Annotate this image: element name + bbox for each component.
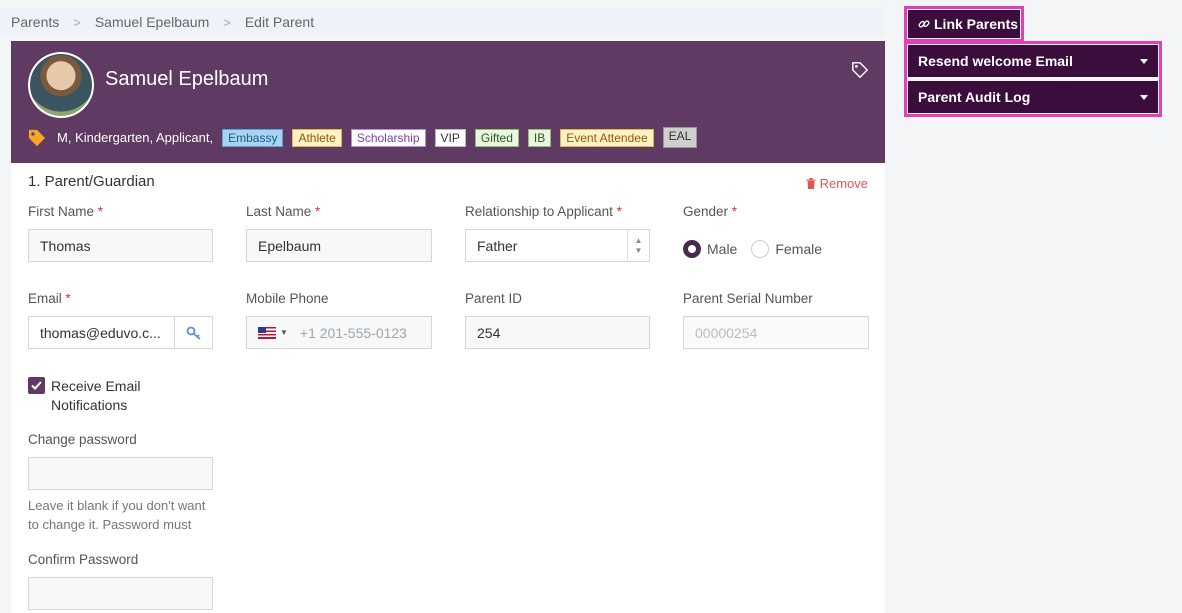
key-icon [186,326,201,340]
change-password-label: Change password [28,432,137,447]
tag-badge: Athlete [292,128,342,147]
last-name-input[interactable]: Epelbaum [246,229,432,262]
serial-number-label: Parent Serial Number [683,291,813,306]
relationship-label: Relationship to Applicant * [465,204,622,219]
first-name-input[interactable]: Thomas [28,229,213,262]
breadcrumb-parents[interactable]: Parents [11,14,59,30]
caret-down-icon: ▼ [280,328,288,337]
tag-badge: Scholarship [350,128,426,147]
trash-icon [806,178,816,189]
serial-number-input: 00000254 [683,316,869,349]
resend-welcome-email-button[interactable]: Resend welcome Email [908,45,1158,77]
country-selector[interactable]: ▼ [258,326,288,339]
mobile-phone-input[interactable]: ▼ +1 201-555-0123 [246,316,432,349]
radio-unchecked-icon [751,240,770,258]
remove-label: Remove [819,176,868,191]
gender-female-radio[interactable]: Female [751,240,822,258]
breadcrumb-current: Edit Parent [244,14,315,30]
student-header: Samuel Epelbaum M, Kindergarten, Applica… [11,41,885,163]
parent-audit-log-button[interactable]: Parent Audit Log [908,81,1158,113]
caret-down-icon [1140,95,1148,100]
receive-email-label: Receive Email Notifications [51,378,141,413]
link-parents-button[interactable]: Link Parents [908,10,1020,38]
avatar [28,52,94,118]
password-help-text: Leave it blank if you don't want to chan… [28,498,206,532]
tag-badge: IB [527,128,552,147]
remove-button[interactable]: Remove [806,176,868,191]
tag-badge: VIP [434,128,466,147]
student-summary: M, Kindergarten, Applicant, [57,130,214,145]
student-name: Samuel Epelbaum [105,68,269,90]
breadcrumb-separator: > [73,14,81,30]
key-button[interactable] [174,317,212,348]
tag-badge: Gifted [474,128,519,147]
tag-badge: Embassy [222,128,284,147]
section-title: 1. Parent/Guardian [28,173,155,190]
parent-edit-card: Samuel Epelbaum M, Kindergarten, Applica… [11,41,885,613]
parent-id-input[interactable]: 254 [465,316,650,349]
parent-id-label: Parent ID [465,291,523,306]
confirm-password-label: Confirm Password [28,552,139,567]
select-arrows-icon: ▲ ▼ [627,230,649,261]
mobile-phone-label: Mobile Phone [246,291,329,306]
breadcrumb: Parents > Samuel Epelbaum > Edit Parent [0,7,885,37]
breadcrumb-student[interactable]: Samuel Epelbaum [95,14,209,30]
link-icon [918,20,930,28]
breadcrumb-separator: > [223,14,231,30]
us-flag-icon [258,326,276,339]
tag-icon [28,129,46,146]
relationship-select[interactable]: Father ▲ ▼ [465,229,650,262]
gender-male-radio[interactable]: Male [683,240,737,258]
tag-outline-icon[interactable] [851,61,869,79]
confirm-password-input[interactable] [28,577,213,610]
checkbox-checked-icon[interactable] [28,377,45,394]
email-label: Email * [28,291,71,306]
change-password-input[interactable] [28,457,213,490]
first-name-label: First Name * [28,204,104,219]
tag-badge: EAL [662,127,698,148]
last-name-label: Last Name * [246,204,321,219]
receive-email-checkbox-row[interactable]: Receive Email Notifications [28,377,161,415]
student-tags: M, Kindergarten, Applicant, Embassy Athl… [28,127,706,148]
gender-radio-group: Male Female [683,240,822,258]
gender-label: Gender * [683,204,738,219]
caret-down-icon [1140,59,1148,64]
email-input[interactable]: thomas@eduvo.c... [28,316,213,349]
tag-badge: Event Attendee [560,128,654,147]
radio-checked-icon [683,240,701,258]
